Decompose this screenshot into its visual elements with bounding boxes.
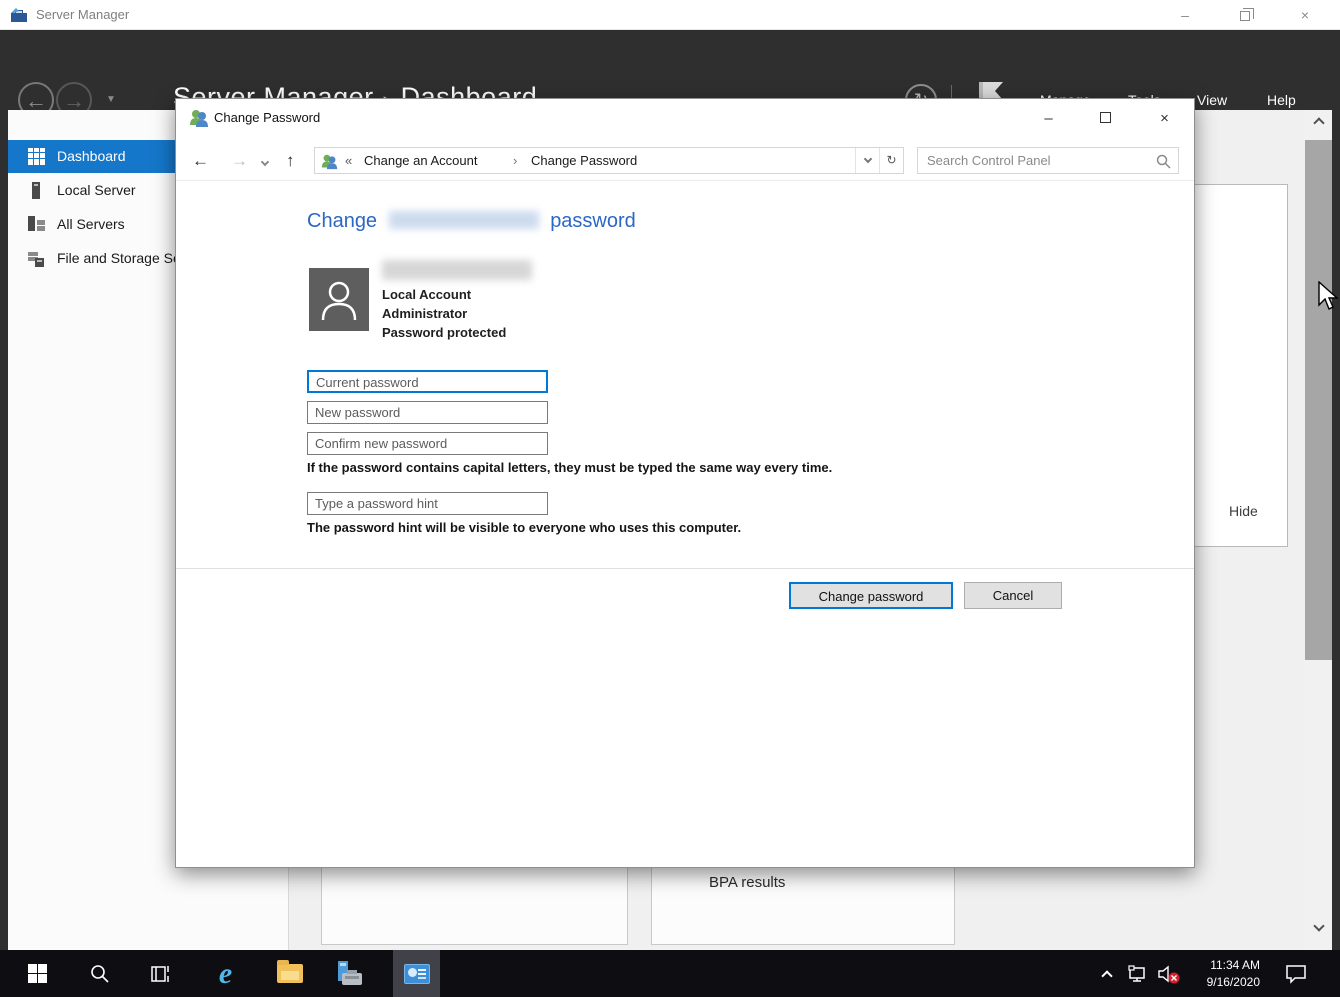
- breadcrumb-chevrons[interactable]: «: [345, 153, 352, 168]
- new-password-input[interactable]: New password: [307, 401, 548, 424]
- action-center-button[interactable]: [1278, 950, 1314, 997]
- nav-up-button[interactable]: ↑: [286, 151, 295, 171]
- taskbar: e: [0, 950, 1340, 997]
- dialog-close-button[interactable]: ×: [1142, 104, 1187, 134]
- clock-date: 9/16/2020: [1192, 974, 1260, 991]
- file-storage-icon: [28, 250, 45, 267]
- dialog-separator: [176, 568, 1194, 569]
- server-manager-icon: [336, 961, 364, 987]
- restore-icon: [1240, 11, 1250, 21]
- menu-view[interactable]: View: [1197, 92, 1227, 108]
- window-right-edge: [1332, 110, 1340, 950]
- address-dropdown-button[interactable]: [855, 148, 879, 173]
- address-bar[interactable]: « Change an Account › Change Password ↻: [314, 147, 904, 174]
- internet-explorer-button[interactable]: e: [202, 950, 249, 997]
- task-view-icon: [150, 964, 170, 984]
- action-center-icon: [1285, 964, 1307, 984]
- main-scrollbar[interactable]: [1305, 110, 1332, 950]
- sidebar-item-label: Local Server: [57, 182, 136, 198]
- all-servers-icon: [28, 216, 45, 233]
- account-protection: Password protected: [382, 325, 506, 340]
- current-password-input[interactable]: Current password: [307, 370, 548, 393]
- hide-link[interactable]: Hide: [1229, 503, 1258, 519]
- chevron-up-icon: [1313, 117, 1324, 128]
- local-server-icon: [28, 182, 45, 199]
- nav-back-button[interactable]: ←: [192, 151, 209, 171]
- network-icon: [1128, 965, 1148, 983]
- breadcrumb-change-account[interactable]: Change an Account: [364, 153, 477, 168]
- window-restore-button[interactable]: [1222, 0, 1268, 30]
- scroll-down-button[interactable]: [1305, 917, 1332, 945]
- scroll-up-button[interactable]: [1305, 110, 1332, 138]
- chevron-down-icon: [1313, 920, 1324, 931]
- server-manager-taskbar-button[interactable]: [326, 950, 373, 997]
- search-icon[interactable]: [1156, 154, 1171, 169]
- volume-tray-button[interactable]: [1154, 950, 1184, 997]
- chevron-up-icon: [1101, 970, 1112, 981]
- menu-help[interactable]: Help: [1267, 92, 1296, 108]
- sidebar-item-label: Dashboard: [57, 148, 126, 164]
- control-panel-icon: [404, 964, 430, 984]
- speaker-muted-icon: [1157, 964, 1181, 984]
- user-accounts-icon: [189, 108, 209, 128]
- account-type: Local Account: [382, 287, 471, 302]
- task-view-button[interactable]: [136, 950, 183, 997]
- change-password-dialog: Change Password – × ← → ↑ « Change an Ac…: [175, 98, 1195, 868]
- heading-suffix: password: [550, 210, 636, 232]
- capital-letters-note: If the password contains capital letters…: [307, 460, 832, 475]
- start-button[interactable]: [14, 950, 61, 997]
- server-manager-app-icon: [10, 6, 29, 24]
- page-heading: Change password: [307, 210, 636, 233]
- mouse-cursor: [1317, 281, 1339, 311]
- change-password-button[interactable]: Change password: [789, 582, 953, 609]
- bpa-results-label[interactable]: BPA results: [709, 874, 785, 891]
- account-role: Administrator: [382, 306, 467, 321]
- redacted-account-name: [382, 260, 532, 280]
- file-explorer-button[interactable]: [266, 950, 313, 997]
- window-titlebar: Server Manager – ×: [0, 0, 1340, 30]
- account-avatar: [309, 268, 369, 331]
- network-tray-button[interactable]: [1124, 950, 1152, 997]
- nav-history-caret-icon[interactable]: ▼: [106, 94, 116, 105]
- window-title: Server Manager: [36, 7, 129, 22]
- taskbar-clock[interactable]: 11:34 AM 9/16/2020: [1192, 957, 1260, 997]
- windows-logo-icon: [28, 964, 47, 983]
- dashboard-grid-icon: [28, 148, 45, 165]
- cancel-button[interactable]: Cancel: [964, 582, 1062, 609]
- nav-forward-button[interactable]: →: [231, 151, 248, 171]
- file-explorer-icon: [277, 964, 303, 983]
- breadcrumb-arrow-icon: ›: [513, 153, 517, 168]
- tray-show-hidden-button[interactable]: [1095, 950, 1119, 997]
- dialog-maximize-button[interactable]: [1083, 104, 1128, 134]
- maximize-icon: [1100, 112, 1111, 123]
- dialog-navbar: ← → ↑ « Change an Account › Change Passw…: [176, 141, 1194, 181]
- control-panel-taskbar-button[interactable]: [393, 950, 440, 997]
- dialog-minimize-button[interactable]: –: [1026, 104, 1071, 134]
- taskbar-search-button[interactable]: [76, 950, 123, 997]
- heading-prefix: Change: [307, 210, 377, 232]
- search-placeholder: Search Control Panel: [927, 153, 1051, 168]
- redacted-username: [389, 211, 539, 229]
- nav-recent-caret-icon[interactable]: [262, 156, 270, 164]
- dialog-title: Change Password: [214, 110, 320, 125]
- sidebar-item-label: All Servers: [57, 216, 125, 232]
- clock-time: 11:34 AM: [1192, 957, 1260, 974]
- window-minimize-button[interactable]: –: [1162, 0, 1208, 30]
- hint-visibility-note: The password hint will be visible to eve…: [307, 520, 741, 535]
- breadcrumb-change-password[interactable]: Change Password: [531, 153, 637, 168]
- screen: Server Manager – × ← → ▼ Server Manager▸…: [0, 0, 1340, 997]
- search-box[interactable]: Search Control Panel: [917, 147, 1179, 174]
- window-close-button[interactable]: ×: [1282, 0, 1328, 30]
- password-hint-input[interactable]: Type a password hint: [307, 492, 548, 515]
- search-icon: [90, 964, 110, 984]
- person-icon: [309, 268, 369, 331]
- dialog-titlebar: Change Password – ×: [176, 99, 1194, 139]
- address-location-icon: [321, 153, 338, 170]
- confirm-password-input[interactable]: Confirm new password: [307, 432, 548, 455]
- address-refresh-button[interactable]: ↻: [879, 148, 903, 173]
- scrollbar-thumb[interactable]: [1305, 140, 1332, 660]
- internet-explorer-icon: e: [219, 957, 232, 991]
- window-left-edge: [0, 110, 8, 950]
